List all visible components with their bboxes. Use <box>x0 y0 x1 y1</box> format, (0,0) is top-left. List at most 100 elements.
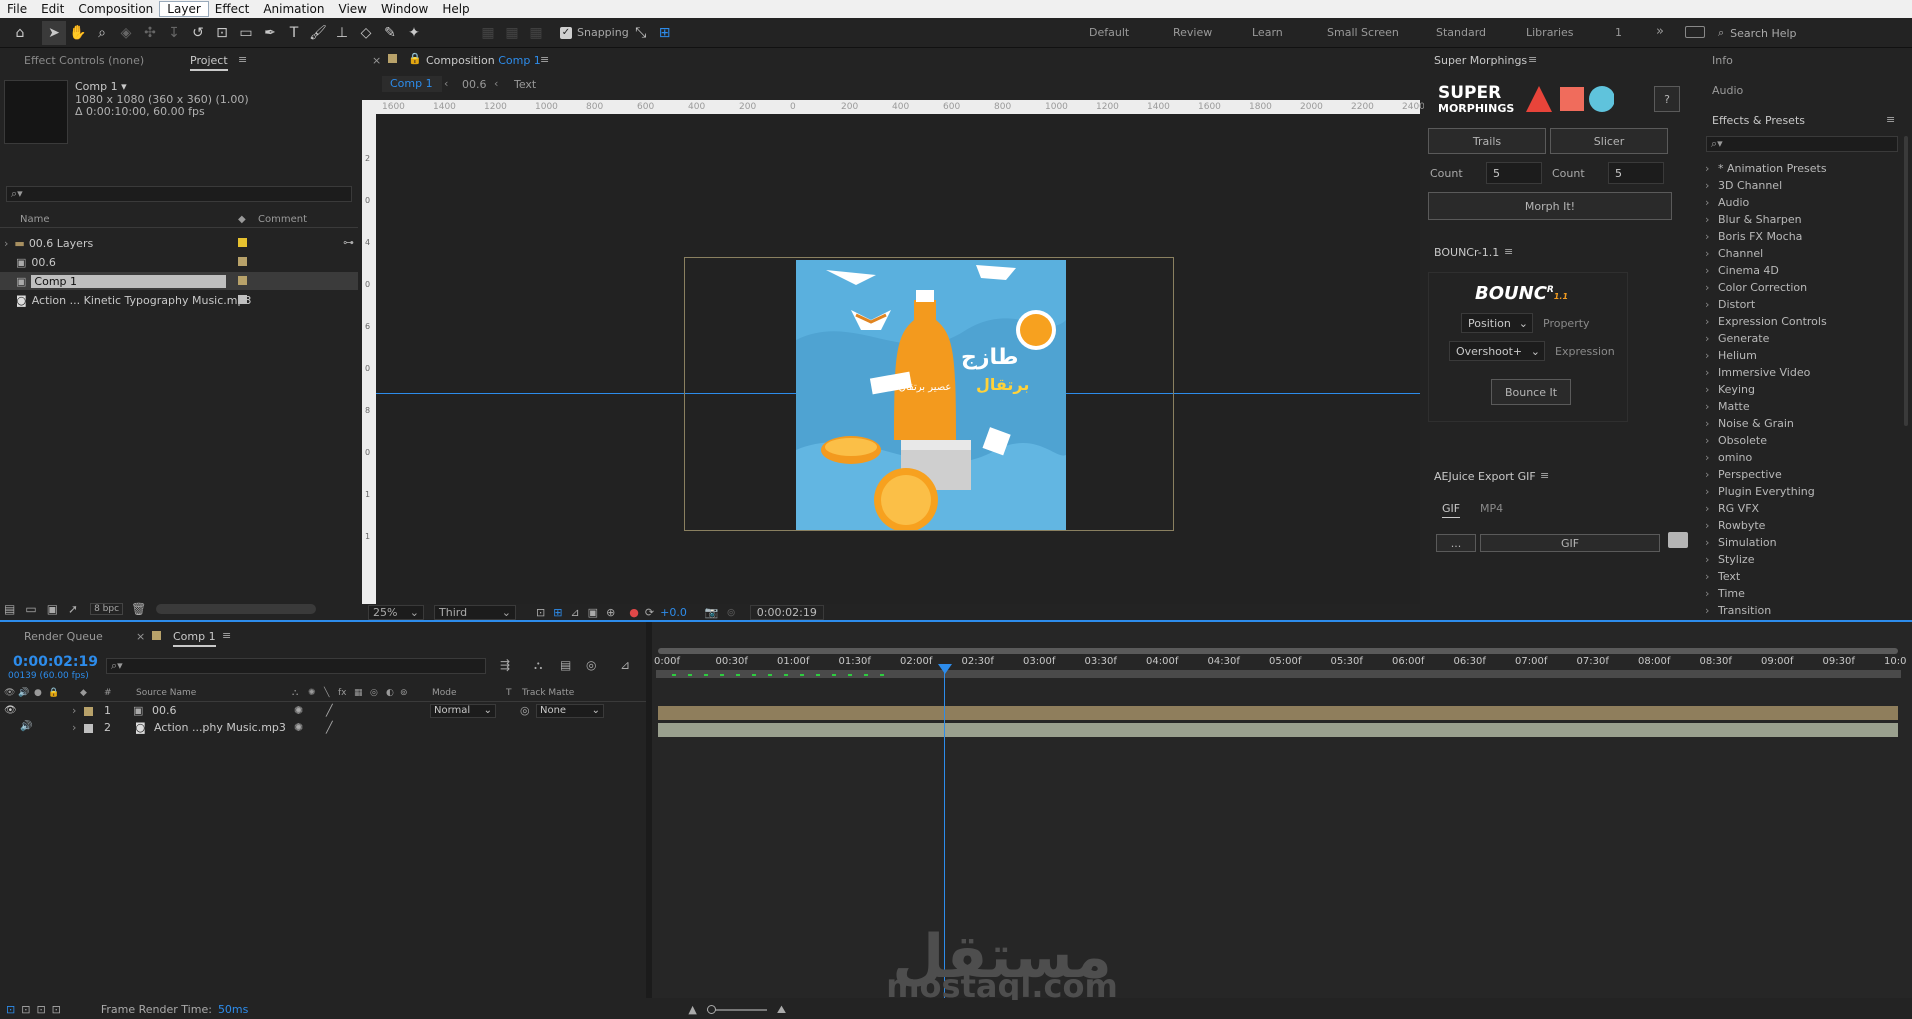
vertical-ruler[interactable]: 2 0 4 0 6 0 8 0 1 1 <box>362 114 376 604</box>
axis-local-icon[interactable]: ▦ <box>476 21 500 45</box>
trails-button[interactable]: Trails <box>1428 128 1546 154</box>
quality-switch-icon[interactable]: ╱ <box>326 721 333 734</box>
new-composition-icon[interactable]: ▣ <box>47 602 58 616</box>
menu-composition[interactable]: Composition <box>71 2 160 16</box>
exposure-value[interactable]: +0.0 <box>660 606 687 619</box>
workspace-more-icon[interactable]: » <box>1656 24 1664 39</box>
snap-options-icon[interactable]: ⤡ <box>629 21 653 45</box>
layer-label-swatch[interactable] <box>84 724 93 733</box>
panel-menu-icon[interactable]: ≡ <box>1528 53 1537 66</box>
channel-icon[interactable]: ● <box>629 606 639 619</box>
pan-tool-icon[interactable]: ✣ <box>138 21 162 45</box>
motion-blur-icon[interactable]: ◎ <box>586 658 596 672</box>
rectangle-tool-icon[interactable]: ▭ <box>234 21 258 45</box>
effects-category[interactable]: Rowbyte <box>1698 517 1898 534</box>
menu-window[interactable]: Window <box>374 2 435 16</box>
expression-dropdown[interactable]: Overshoot+ ⌄ <box>1449 341 1545 361</box>
comp-canvas[interactable]: طازج برتقال عصير برتقال <box>796 260 1066 530</box>
resolution-dropdown[interactable]: Third ⌄ <box>434 604 516 620</box>
speaker-icon[interactable]: 🔊 <box>20 721 32 732</box>
collapse-switch-icon[interactable]: ✺ <box>308 688 316 698</box>
anchor-tool-icon[interactable]: ⊡ <box>210 21 234 45</box>
breadcrumb-text[interactable]: Text <box>514 78 536 91</box>
breadcrumb-comp1[interactable]: Comp 1 <box>382 76 442 92</box>
effects-category[interactable]: omino <box>1698 449 1898 466</box>
snapshot-camera-icon[interactable]: 📷 <box>705 606 719 619</box>
home-icon[interactable]: ⌂ <box>8 21 32 45</box>
workspace-small-screen[interactable]: Small Screen <box>1327 26 1399 39</box>
render-queue-icon[interactable]: ➚ <box>68 602 78 616</box>
interpret-footage-icon[interactable]: ▤ <box>4 602 15 616</box>
help-button[interactable]: ? <box>1654 86 1680 112</box>
quality-switch-icon[interactable]: ╱ <box>326 704 333 717</box>
viewer-menu-icon[interactable]: ≡ <box>540 53 549 66</box>
label-color-swatch[interactable] <box>238 295 247 304</box>
effects-category[interactable]: Distort <box>1698 296 1898 313</box>
close-icon[interactable]: × <box>136 630 145 643</box>
tab-render-queue[interactable]: Render Queue <box>24 630 103 643</box>
zoom-out-icon[interactable]: ▲ <box>688 1003 696 1016</box>
track-matte-dropdown[interactable]: None ⌄ <box>536 704 604 718</box>
col-comment[interactable]: Comment <box>258 214 307 225</box>
folder-icon[interactable] <box>1668 532 1688 548</box>
effects-category[interactable]: Cinema 4D <box>1698 262 1898 279</box>
close-icon[interactable]: × <box>372 54 381 67</box>
orbit-tool-icon[interactable]: ◈ <box>114 21 138 45</box>
adjustment-switch-icon[interactable]: ◐ <box>386 688 394 698</box>
workspace-review[interactable]: Review <box>1173 26 1212 39</box>
render-time-icon[interactable]: ⊡ <box>52 1003 61 1016</box>
effects-category[interactable]: Stylize <box>1698 551 1898 568</box>
lock-icon[interactable]: 🔒 <box>408 52 422 65</box>
timeline-search-input[interactable]: ⌕▾ <box>106 658 486 674</box>
magnification-dropdown[interactable]: 25% ⌄ <box>368 604 424 620</box>
show-snapshot-icon[interactable]: ⊚ <box>727 606 736 619</box>
effect-switch-icon[interactable]: fx <box>338 688 347 698</box>
snapping-checkbox[interactable]: ✓ <box>560 26 572 39</box>
panel-menu-icon[interactable]: ≡ <box>238 53 247 66</box>
frame-blending-icon[interactable]: ▤ <box>560 658 571 672</box>
label-color-swatch[interactable] <box>238 238 247 247</box>
workspace-standard[interactable]: Standard <box>1436 26 1486 39</box>
track-matte-pickwhip-icon[interactable]: ◎ <box>520 704 530 717</box>
effects-category[interactable]: Generate <box>1698 330 1898 347</box>
viewer-timecode[interactable]: 0:00:02:19 <box>749 604 824 620</box>
panel-menu-icon[interactable]: ≡ <box>1540 469 1549 482</box>
effects-category[interactable]: Boris FX Mocha <box>1698 228 1898 245</box>
workspace-learn[interactable]: Learn <box>1252 26 1283 39</box>
col-mode[interactable]: Mode <box>432 688 457 698</box>
bit-depth-button[interactable]: 8 bpc <box>90 603 124 615</box>
label-color-swatch[interactable] <box>238 257 247 266</box>
effects-category[interactable]: Obsolete <box>1698 432 1898 449</box>
effects-category[interactable]: Helium <box>1698 347 1898 364</box>
effects-scrollbar[interactable] <box>1904 136 1908 426</box>
breadcrumb-006[interactable]: 00.6 <box>462 78 487 91</box>
tab-comp1-timeline[interactable]: Comp 1 <box>173 630 216 647</box>
pen-tool-icon[interactable]: ✒ <box>258 21 282 45</box>
layer-bar-1[interactable] <box>658 706 1898 720</box>
property-dropdown[interactable]: Position ⌄ <box>1461 313 1533 333</box>
in-out-icon[interactable]: ⊡ <box>36 1003 45 1016</box>
layer-row[interactable]: 👁 › 1 ▣ 00.6 ✺ ╱ Normal ⌄ ◎ None ⌄ <box>0 704 652 720</box>
shy-layers-icon[interactable]: ⛬ <box>534 658 542 673</box>
reset-exposure-icon[interactable]: ⟳ <box>645 606 654 619</box>
clone-stamp-icon[interactable]: ⊥ <box>330 21 354 45</box>
layer-row[interactable]: 🔊 › 2 ◙ Action ...phy Music.mp3 ✺ ╱ <box>0 721 652 737</box>
timeline-zoom-slider[interactable] <box>706 1004 767 1014</box>
region-of-interest-icon[interactable]: ▣ <box>588 606 598 619</box>
composition-mini-flowchart-icon[interactable]: ⇶ <box>500 658 510 672</box>
label-tag-icon[interactable]: ◆ <box>80 688 87 698</box>
expand-arrow-icon[interactable]: › <box>72 704 76 717</box>
quality-switch-icon[interactable]: ╲ <box>324 688 329 698</box>
panel-menu-icon[interactable]: ≡ <box>1886 113 1895 126</box>
menu-animation[interactable]: Animation <box>256 2 331 16</box>
solo-switch-icon[interactable]: ● <box>34 688 42 698</box>
3d-layer-switch-icon[interactable]: ⊚ <box>400 688 408 698</box>
thumbnail-zoom-slider[interactable] <box>156 604 317 614</box>
effects-category[interactable]: Keying <box>1698 381 1898 398</box>
effects-category[interactable]: 3D Channel <box>1698 177 1898 194</box>
layer-name[interactable]: Action ...phy Music.mp3 <box>154 721 286 734</box>
morph-it-button[interactable]: Morph It! <box>1428 192 1672 220</box>
axis-view-icon[interactable]: ▦ <box>524 21 548 45</box>
hand-tool-icon[interactable]: ✋ <box>66 21 90 45</box>
selection-tool-icon[interactable]: ➤ <box>42 20 66 45</box>
